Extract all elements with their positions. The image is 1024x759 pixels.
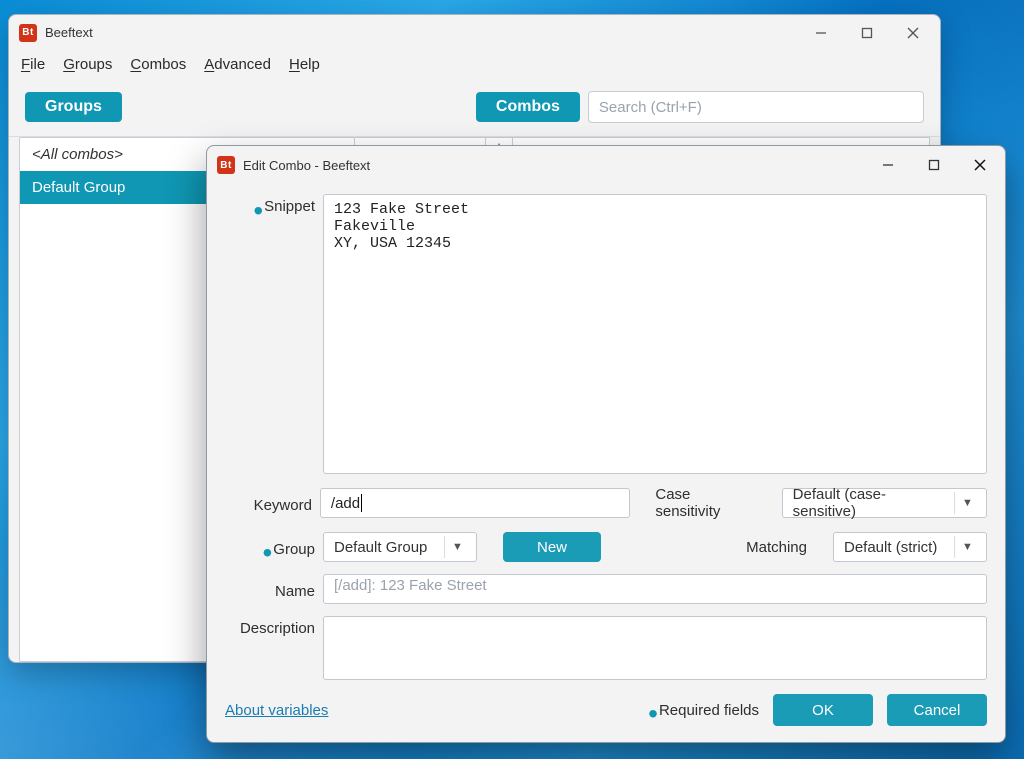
- chevron-down-icon: ▼: [444, 536, 470, 558]
- row-name: Name [/add]: 123 Fake Street: [225, 574, 987, 604]
- chevron-down-icon: ▼: [954, 492, 980, 514]
- label-name: Name: [225, 579, 315, 600]
- main-window-controls: [798, 18, 936, 48]
- label-keyword: Keyword: [225, 493, 312, 514]
- minimize-icon: [882, 159, 894, 171]
- row-group: • Group Default Group ▼ New Matching Def…: [225, 532, 987, 562]
- name-input[interactable]: [/add]: 123 Fake Street: [323, 574, 987, 604]
- groups-button[interactable]: Groups: [25, 92, 122, 122]
- label-group: • Group: [225, 537, 315, 558]
- menu-combos[interactable]: Combos: [130, 56, 186, 73]
- text-caret-icon: [361, 494, 362, 512]
- maximize-icon: [861, 27, 873, 39]
- search-placeholder: Search (Ctrl+F): [599, 99, 702, 116]
- dialog-footer: About variables • Required fields OK Can…: [207, 686, 1005, 742]
- minimize-button[interactable]: [798, 18, 844, 48]
- dialog-title: Edit Combo - Beeftext: [243, 158, 370, 173]
- dialog-minimize-button[interactable]: [865, 150, 911, 180]
- menu-bar: File Groups Combos Advanced Help: [9, 50, 940, 81]
- dialog-window-controls: [865, 150, 1003, 180]
- required-fields-note: • Required fields: [648, 702, 759, 719]
- description-input[interactable]: [323, 616, 987, 680]
- dialog-logo-icon: Bt: [217, 156, 235, 174]
- minimize-icon: [815, 27, 827, 39]
- snippet-input[interactable]: 123 Fake Street Fakeville XY, USA 12345: [323, 194, 987, 474]
- menu-advanced[interactable]: Advanced: [204, 56, 271, 73]
- close-button[interactable]: [890, 18, 936, 48]
- edit-combo-dialog: Bt Edit Combo - Beeftext • Snippet 123 F…: [206, 145, 1006, 743]
- keyword-input[interactable]: /add: [320, 488, 630, 518]
- cancel-button[interactable]: Cancel: [887, 694, 987, 726]
- search-input[interactable]: Search (Ctrl+F): [588, 91, 924, 123]
- case-sensitivity-select[interactable]: Default (case-sensitive) ▼: [782, 488, 987, 518]
- dialog-close-button[interactable]: [957, 150, 1003, 180]
- label-snippet: • Snippet: [225, 194, 315, 215]
- maximize-button[interactable]: [844, 18, 890, 48]
- matching-select[interactable]: Default (strict) ▼: [833, 532, 987, 562]
- app-logo-icon: Bt: [19, 24, 37, 42]
- toolbar: Groups Combos Search (Ctrl+F): [9, 81, 940, 136]
- group-select[interactable]: Default Group ▼: [323, 532, 477, 562]
- chevron-down-icon: ▼: [954, 536, 980, 558]
- new-group-button[interactable]: New: [503, 532, 601, 562]
- main-title: Beeftext: [45, 25, 93, 40]
- combos-button[interactable]: Combos: [476, 92, 580, 122]
- close-icon: [974, 159, 986, 171]
- menu-groups[interactable]: Groups: [63, 56, 112, 73]
- row-snippet: • Snippet 123 Fake Street Fakeville XY, …: [225, 194, 987, 474]
- label-case-sensitivity: Case sensitivity: [655, 486, 756, 520]
- about-variables-link[interactable]: About variables: [225, 702, 328, 719]
- label-description: Description: [225, 616, 315, 637]
- maximize-icon: [928, 159, 940, 171]
- menu-file[interactable]: File: [21, 56, 45, 73]
- main-titlebar: Bt Beeftext: [9, 15, 940, 50]
- ok-button[interactable]: OK: [773, 694, 873, 726]
- menu-help[interactable]: Help: [289, 56, 320, 73]
- row-description: Description: [225, 616, 987, 680]
- close-icon: [907, 27, 919, 39]
- label-matching: Matching: [746, 539, 807, 556]
- row-keyword: Keyword /add Case sensitivity Default (c…: [225, 486, 987, 520]
- dialog-titlebar: Bt Edit Combo - Beeftext: [207, 146, 1005, 184]
- dialog-maximize-button[interactable]: [911, 150, 957, 180]
- dialog-body: • Snippet 123 Fake Street Fakeville XY, …: [207, 184, 1005, 686]
